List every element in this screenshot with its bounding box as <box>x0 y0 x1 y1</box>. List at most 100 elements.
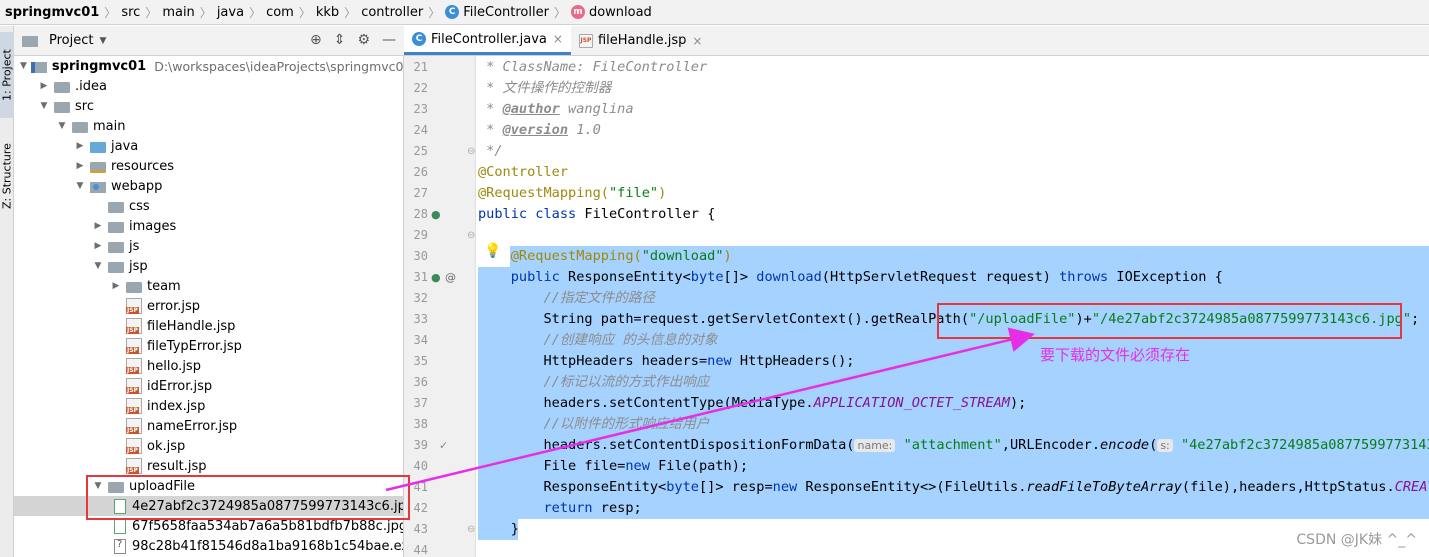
editor-tab[interactable]: C FileController.java × <box>404 26 571 55</box>
tree-item[interactable]: ▶ java <box>14 136 403 156</box>
breadcrumb-item[interactable]: src <box>121 5 140 20</box>
editor-tab[interactable]: JSP fileHandle.jsp × <box>571 26 710 55</box>
project-view-selector[interactable]: Project <box>49 33 93 48</box>
tree-item[interactable]: 98c28b41f81546d8a1ba9168b1c54bae.exe <box>14 536 403 556</box>
parameter-hint: s: <box>1157 439 1173 452</box>
locate-icon[interactable]: ⊕ <box>310 32 322 48</box>
annotation-icon[interactable]: @ <box>445 267 456 288</box>
tree-item[interactable]: ▶ js <box>14 236 403 256</box>
chevron-down-icon[interactable]: ▼ <box>38 101 50 111</box>
chevron-right-icon[interactable]: ▶ <box>92 241 104 251</box>
code-token: HttpHeaders(); <box>731 353 855 369</box>
code-line[interactable]: public ResponseEntity<byte[]> download(H… <box>478 267 1223 288</box>
code-line[interactable]: @Controller <box>478 162 568 183</box>
tree-item[interactable]: ▶ resources <box>14 156 403 176</box>
tree-item[interactable]: ▼ webapp <box>14 176 403 196</box>
code-token: @Controller <box>478 164 569 180</box>
code-line[interactable]: //指定文件的路径 <box>478 288 655 309</box>
code-line[interactable]: //创建响应 的头信息的对象 <box>478 330 717 351</box>
gear-icon[interactable]: ⚙ <box>357 32 370 48</box>
tree-item[interactable]: ▼ jsp <box>14 256 403 276</box>
tree-item[interactable]: ▼ main <box>14 116 403 136</box>
tree-item[interactable]: ▼ src <box>14 96 403 116</box>
fold-icon[interactable]: ⊖ <box>467 141 475 162</box>
tree-item-label: ok.jsp <box>147 438 186 454</box>
chevron-right-icon[interactable]: ▶ <box>38 81 50 91</box>
check-icon[interactable]: ✓ <box>439 435 448 456</box>
chevron-right-icon[interactable]: ▶ <box>74 161 86 171</box>
fold-icon[interactable]: ⊖ <box>467 225 475 246</box>
tree-item-label: webapp <box>111 178 163 194</box>
breadcrumb-item[interactable]: controller <box>361 5 423 20</box>
code-line[interactable]: //以附件的形式响应给用户 <box>478 414 709 435</box>
code-token: 1.0 <box>568 122 601 138</box>
tree-item[interactable]: ▶ .idea <box>14 76 403 96</box>
breadcrumb-item[interactable]: springmvc01 <box>5 5 99 20</box>
tree-item[interactable]: index.jsp <box>14 396 403 416</box>
chevron-down-icon[interactable]: ▼ <box>56 121 68 131</box>
breadcrumb-separator-icon: 〉 <box>249 5 262 20</box>
breadcrumb-item[interactable]: java <box>217 5 244 20</box>
tree-item[interactable]: hello.jsp <box>14 356 403 376</box>
tree-item[interactable]: fileHandle.jsp <box>14 316 403 336</box>
code-line[interactable]: * @author wanglina <box>478 99 633 120</box>
code-line[interactable]: //标记以流的方式作出响应 <box>478 372 709 393</box>
chevron-right-icon[interactable]: ▶ <box>92 221 104 231</box>
code-token: ; <box>1411 311 1420 327</box>
chevron-right-icon[interactable]: ▶ <box>74 141 86 151</box>
breadcrumb-item[interactable]: kkb <box>316 5 339 20</box>
tree-item[interactable]: css <box>14 196 403 216</box>
code-token: ) <box>658 185 667 201</box>
chevron-down-icon[interactable]: ▼ <box>74 181 86 191</box>
tree-item[interactable]: idError.jsp <box>14 376 403 396</box>
code-line[interactable]: */ <box>478 141 502 162</box>
close-icon[interactable]: × <box>553 32 563 46</box>
spring-bean-icon[interactable]: ● <box>431 204 441 225</box>
tree-item[interactable]: ok.jsp <box>14 436 403 456</box>
chevron-down-icon[interactable]: ▼ <box>20 61 27 71</box>
tree-item[interactable]: error.jsp <box>14 296 403 316</box>
tree-item-label: jsp <box>129 258 148 274</box>
code-line[interactable]: @RequestMapping("file") <box>478 183 666 204</box>
tree-item[interactable]: ▶ team <box>14 276 403 296</box>
hide-icon[interactable]: — <box>382 32 396 48</box>
code-line[interactable]: * 文件操作的控制器 <box>478 78 611 99</box>
intention-bulb-icon[interactable]: 💡 <box>484 243 501 259</box>
breadcrumb-item[interactable]: C FileController <box>445 5 549 20</box>
chevron-right-icon[interactable]: ▶ <box>110 281 122 291</box>
code-line[interactable]: * @version 1.0 <box>478 120 601 141</box>
code-token: APPLICATION_OCTET_STREAM <box>813 395 1010 411</box>
chevron-down-icon[interactable]: ▼ <box>99 36 106 46</box>
code-token: FileController { <box>584 206 716 222</box>
code-line[interactable]: headers.setContentDispositionFormData(na… <box>478 435 1429 456</box>
fold-icon[interactable]: ⊖ <box>467 519 475 540</box>
code-line[interactable]: HttpHeaders headers=new HttpHeaders(); <box>478 351 854 372</box>
project-tool-tab[interactable]: 1: Project <box>0 32 14 118</box>
line-number: 27 <box>413 186 428 200</box>
code-line[interactable]: headers.setContentType(MediaType.APPLICA… <box>478 393 1026 414</box>
code-line[interactable]: } <box>478 519 519 540</box>
line-number: 24 <box>413 123 428 137</box>
code-line[interactable]: ResponseEntity<byte[]> resp=new Response… <box>478 477 1429 498</box>
breadcrumb-separator-icon: 〉 <box>298 5 311 20</box>
code-line[interactable]: @RequestMapping("download") <box>478 246 732 267</box>
tree-item-label: error.jsp <box>147 298 201 314</box>
tree-item-label: .idea <box>75 78 107 94</box>
tree-item[interactable]: fileTypError.jsp <box>14 336 403 356</box>
tree-item[interactable]: nameError.jsp <box>14 416 403 436</box>
spring-bean-icon[interactable]: ● <box>431 267 441 288</box>
breadcrumb-item[interactable]: com <box>266 5 294 20</box>
code-line[interactable]: File file=new File(path); <box>478 456 748 477</box>
tree-item[interactable]: ▶ images <box>14 216 403 236</box>
code-line[interactable]: return resp; <box>478 498 641 519</box>
code-line[interactable]: * ClassName: FileController <box>478 57 707 78</box>
collapse-all-icon[interactable]: ⇕ <box>334 32 346 48</box>
code-line[interactable]: public class FileController { <box>478 204 715 225</box>
tree-item[interactable]: result.jsp <box>14 456 403 476</box>
tree-item[interactable]: ▼ springmvc01 D:\workspaces\ideaProjects\s… <box>14 56 403 76</box>
close-icon[interactable]: × <box>692 34 702 48</box>
chevron-down-icon[interactable]: ▼ <box>92 261 104 271</box>
structure-tool-tab[interactable]: Z: Structure <box>0 126 14 226</box>
breadcrumb-item[interactable]: m download <box>570 5 652 20</box>
breadcrumb-item[interactable]: main <box>162 5 194 20</box>
